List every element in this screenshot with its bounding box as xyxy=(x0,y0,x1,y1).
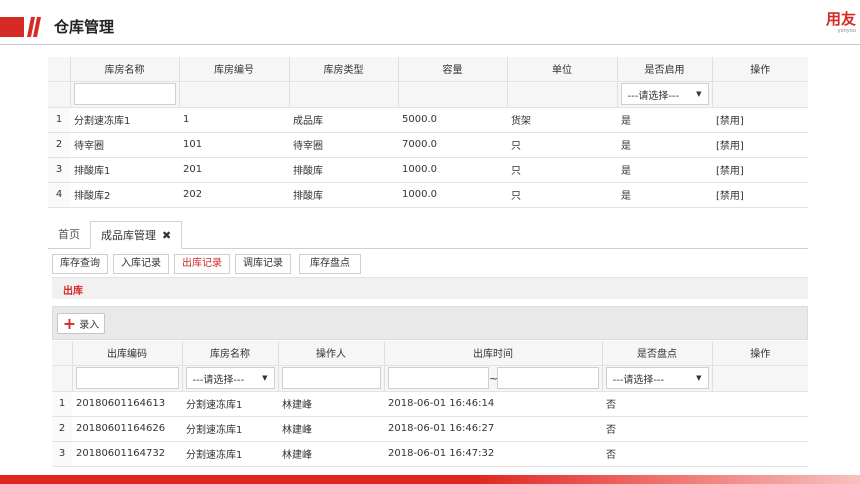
outbound-table: 出库编码 库房名称 操作人 出库时间 是否盘点 操作 ---请选择--- ▼ ~ … xyxy=(52,341,808,467)
tab-home[interactable]: 首页 xyxy=(48,221,90,249)
start-time-input[interactable] xyxy=(387,367,489,389)
column-header[interactable]: 库房名称 xyxy=(181,341,278,366)
column-header[interactable]: 操作 xyxy=(711,57,808,82)
name-filter-input[interactable] xyxy=(73,83,176,105)
disable-link[interactable]: [禁用] xyxy=(712,182,808,208)
panel-title-bar: 出库 xyxy=(52,277,808,299)
subtab-stock-query[interactable]: 库存查询 xyxy=(52,254,108,274)
brand-stripes-icon xyxy=(0,17,41,37)
operator-filter-input[interactable] xyxy=(281,367,381,389)
column-header[interactable]: 出库编码 xyxy=(71,341,182,366)
warehouse-table: 库房名称 库房编号 库房类型 容量 单位 是否启用 操作 ---请选择--- ▼ … xyxy=(48,57,808,208)
column-header[interactable]: 是否启用 xyxy=(616,57,712,82)
warehouse-filter-select[interactable]: ---请选择--- ▼ xyxy=(185,367,275,389)
panel-title: 出库 xyxy=(63,286,83,297)
header-divider xyxy=(0,44,860,45)
table-row[interactable]: 4 排酸库2 202 排酸库 1000.0 只 是 [禁用] xyxy=(48,182,808,208)
subtab-transfer[interactable]: 调库记录 xyxy=(235,254,291,274)
dropdown-arrow-icon: ▼ xyxy=(696,90,702,98)
logo-subtext: yonyou xyxy=(837,28,856,34)
table-row[interactable]: 3 排酸库1 201 排酸库 1000.0 只 是 [禁用] xyxy=(48,157,808,183)
table-row[interactable]: 3 20180601164732 分割速冻库1 林建峰 2018-06-01 1… xyxy=(52,441,808,467)
disable-link[interactable]: [禁用] xyxy=(712,132,808,158)
column-header[interactable]: 操作 xyxy=(711,341,808,366)
inventory-filter-select[interactable]: ---请选择--- ▼ xyxy=(605,367,709,389)
enabled-filter-select[interactable]: ---请选择--- ▼ xyxy=(620,83,709,105)
dropdown-arrow-icon: ▼ xyxy=(696,374,702,382)
column-header[interactable]: 库房类型 xyxy=(288,57,398,82)
code-filter-input[interactable] xyxy=(75,367,179,389)
subtab-stocktake[interactable]: 库存盘点 xyxy=(299,254,361,274)
add-record-button[interactable]: + 录入 xyxy=(57,313,105,334)
filter-row: ---请选择--- ▼ xyxy=(48,81,808,108)
table-row[interactable]: 2 待宰圈 101 待宰圈 7000.0 只 是 [禁用] xyxy=(48,132,808,158)
row-number-header xyxy=(48,57,70,82)
table-row[interactable]: 1 20180601164613 分割速冻库1 林建峰 2018-06-01 1… xyxy=(52,391,808,417)
tab-finished-goods[interactable]: 成品库管理 ✖ xyxy=(90,221,183,249)
filter-row: ---请选择--- ▼ ~ ---请选择--- ▼ xyxy=(52,365,808,392)
column-header[interactable]: 操作人 xyxy=(277,341,384,366)
subtab-inbound[interactable]: 入库记录 xyxy=(113,254,169,274)
footer-accent-bar xyxy=(0,475,860,484)
tab-label: 成品库管理 xyxy=(101,229,156,242)
dropdown-arrow-icon: ▼ xyxy=(262,374,268,382)
app-header: 仓库管理 用友 yonyou xyxy=(0,0,860,45)
table-row[interactable]: 1 分割速冻库1 1 成品库 5000.0 货架 是 [禁用] xyxy=(48,107,808,133)
time-range-filter: ~ xyxy=(387,367,599,389)
column-header[interactable]: 是否盘点 xyxy=(601,341,712,366)
column-header[interactable]: 库房编号 xyxy=(178,57,289,82)
disable-link[interactable]: [禁用] xyxy=(712,157,808,183)
table-header-row: 出库编码 库房名称 操作人 出库时间 是否盘点 操作 xyxy=(52,341,808,366)
column-header[interactable]: 库房名称 xyxy=(69,57,179,82)
table-header-row: 库房名称 库房编号 库房类型 容量 单位 是否启用 操作 xyxy=(48,57,808,82)
close-icon[interactable]: ✖ xyxy=(162,229,171,242)
column-header[interactable]: 出库时间 xyxy=(383,341,602,366)
disable-link[interactable]: [禁用] xyxy=(712,107,808,133)
table-row[interactable]: 2 20180601164626 分割速冻库1 林建峰 2018-06-01 1… xyxy=(52,416,808,442)
page-tabs: 首页 成品库管理 ✖ xyxy=(48,221,808,249)
end-time-input[interactable] xyxy=(497,367,599,389)
plus-icon: + xyxy=(62,313,77,333)
subtab-outbound[interactable]: 出库记录 xyxy=(174,254,230,274)
panel-toolbar: + 录入 xyxy=(52,306,808,340)
page-title: 仓库管理 xyxy=(54,18,115,36)
column-header[interactable]: 容量 xyxy=(397,57,507,82)
row-number-header xyxy=(52,341,72,366)
brand-logo: 用友 yonyou xyxy=(826,10,856,34)
add-button-label: 录入 xyxy=(79,320,100,331)
logo-text: 用友 xyxy=(825,10,856,28)
column-header[interactable]: 单位 xyxy=(506,57,617,82)
